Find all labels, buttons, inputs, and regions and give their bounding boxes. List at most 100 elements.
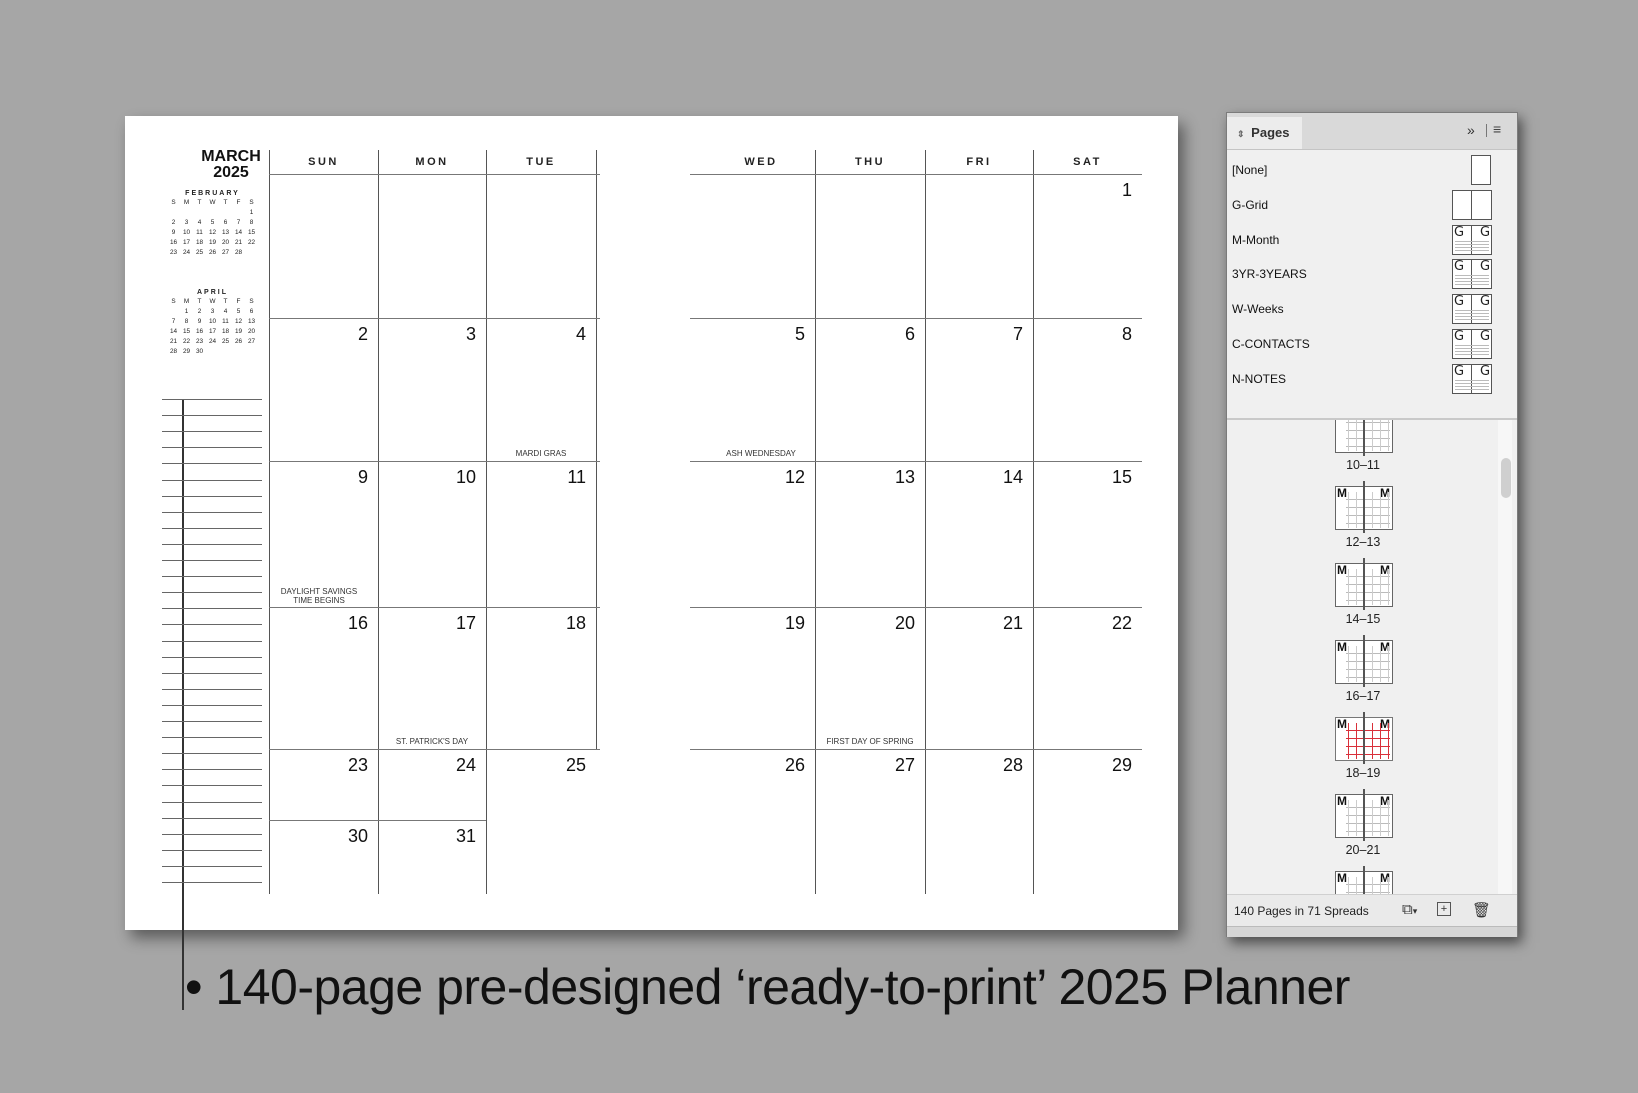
thumb-col-line <box>1356 420 1357 451</box>
notes-line <box>162 431 262 433</box>
caption: • 140-page pre-designed ‘ready-to-print’… <box>185 959 1350 1015</box>
spread-item[interactable]: MM 10–11 <box>1227 420 1497 480</box>
master-row[interactable]: [None] <box>1227 155 1497 187</box>
mini-day: 28 <box>234 248 243 256</box>
day-number: 26 <box>784 755 805 775</box>
spread-item[interactable]: M M 16–17 <box>1227 634 1497 711</box>
mini-day <box>193 207 206 217</box>
mini-day <box>219 346 232 356</box>
weekday-header-sun: SUN <box>308 156 339 168</box>
weekday-header-mon: MON <box>415 156 449 168</box>
day-number: 22 <box>1111 613 1132 633</box>
mini-weekday: W <box>209 297 216 305</box>
thumb-line <box>1455 246 1489 248</box>
notes-line <box>162 817 262 819</box>
year-label: 2025 <box>213 164 249 181</box>
mini-day: 11 <box>222 317 229 325</box>
master-row[interactable]: 3YR-3YEARS G G <box>1227 259 1497 291</box>
master-prefix-left: G <box>1454 294 1465 310</box>
master-row[interactable]: M-Month G G <box>1227 224 1497 257</box>
master-row[interactable]: G-Grid <box>1227 189 1497 222</box>
mini-day: 16 <box>169 238 178 246</box>
scrollbar-thumb[interactable] <box>1501 458 1511 498</box>
tab-divider <box>1486 124 1487 137</box>
master-row[interactable]: N-NOTES G G <box>1227 363 1497 396</box>
notes-line <box>162 415 262 417</box>
spread-thumbnail[interactable]: MM <box>1335 712 1393 764</box>
mini-day: 18 <box>195 238 204 246</box>
thumb-col-line <box>1356 569 1357 605</box>
notes-line <box>162 543 262 545</box>
spread-item[interactable]: M M 12–13 <box>1227 480 1497 557</box>
thumb-col-line <box>1348 800 1349 836</box>
master-thumbnail[interactable]: GG <box>1452 294 1492 325</box>
thumb-col-line <box>1348 492 1349 528</box>
day-number: 14 <box>1002 467 1023 487</box>
spread-item[interactable]: MM <box>1227 865 1497 894</box>
spread-item[interactable]: M M 20–21 <box>1227 788 1497 865</box>
master-row[interactable]: C-CONTACTS G G <box>1227 329 1497 361</box>
spread-thumbnail[interactable]: MM <box>1335 635 1393 687</box>
panel-footer: 140 Pages in 71 Spreads ⧉▾ + 🗑 <box>1227 894 1517 927</box>
tab-pages[interactable]: ⇕ Pages <box>1227 117 1302 149</box>
thumb-col-line <box>1380 569 1381 605</box>
master-thumbnail[interactable]: GG <box>1452 259 1492 290</box>
master-thumbnail[interactable]: GG <box>1452 363 1492 394</box>
notes-line <box>162 688 262 690</box>
thumb-line <box>1455 278 1489 280</box>
trash-icon[interactable]: 🗑 <box>1472 901 1491 919</box>
notes-line <box>162 721 262 722</box>
mini-day <box>180 207 193 217</box>
master-prefix-right: G <box>1480 363 1491 379</box>
thumb-grid-line <box>1346 669 1390 670</box>
master-thumbnail[interactable]: GG <box>1452 329 1492 359</box>
master-prefix-left: G <box>1454 259 1465 275</box>
mini-day: 22 <box>182 337 191 345</box>
master-thumbnail[interactable] <box>1471 155 1491 185</box>
mini-day: 5 <box>236 307 241 315</box>
double-chevron-right-icon[interactable]: » <box>1467 122 1475 138</box>
grid-vline <box>486 150 487 894</box>
thumb-line <box>1455 275 1489 277</box>
edit-page-size-icon[interactable]: ⧉▾ <box>1402 901 1417 918</box>
thumb-grid-line <box>1346 738 1390 739</box>
spread-thumbnail[interactable]: MM <box>1335 866 1393 894</box>
grid-vline <box>815 150 816 894</box>
spread-spine <box>1363 866 1365 894</box>
resize-grip[interactable] <box>1227 926 1517 937</box>
day-number: 29 <box>1111 755 1132 775</box>
day-number: 31 <box>455 826 476 846</box>
grid-hline <box>690 607 1142 608</box>
weekday-header-wed: WED <box>744 156 778 168</box>
thumb-line <box>1455 385 1489 387</box>
spread-item[interactable]: M M 14–15 <box>1227 557 1497 634</box>
hamburger-menu-icon[interactable]: ≡ <box>1493 121 1501 137</box>
spread-thumbnail[interactable]: MM <box>1335 420 1393 456</box>
holiday-label: DAYLIGHT SAVINGS TIME BEGINS <box>280 587 358 605</box>
day-number: 2 <box>357 324 368 344</box>
mini-day: 12 <box>234 317 243 325</box>
spread-thumbnail[interactable]: MM <box>1335 558 1393 610</box>
master-row[interactable]: W-Weeks G G <box>1227 294 1497 326</box>
grid-hline <box>269 749 600 750</box>
spread-item[interactable]: M M 18–19 <box>1227 711 1497 788</box>
thumb-right-page <box>1472 190 1490 219</box>
master-thumbnail[interactable] <box>1452 189 1492 220</box>
mini-day: 9 <box>171 228 176 236</box>
day-number: 12 <box>784 467 805 487</box>
thumb-col-line <box>1380 492 1381 528</box>
thumb-line <box>1455 313 1489 315</box>
holiday-label: ASH WEDNESDAY <box>726 449 796 458</box>
mini-day: 26 <box>208 248 217 256</box>
mini-day: 30 <box>195 347 204 355</box>
thumb-col-line <box>1348 420 1349 451</box>
day-number: 4 <box>575 324 586 344</box>
holiday-label: FIRST DAY OF SPRING <box>826 737 914 746</box>
master-thumbnail[interactable]: GG <box>1452 224 1492 255</box>
mini-day <box>167 207 180 217</box>
new-page-icon[interactable]: + <box>1437 902 1451 916</box>
spread-thumbnail[interactable]: MM <box>1335 481 1393 533</box>
thumb-grid-line <box>1346 815 1390 816</box>
thumb-grid-line <box>1346 523 1390 524</box>
spread-thumbnail[interactable]: MM <box>1335 789 1393 841</box>
